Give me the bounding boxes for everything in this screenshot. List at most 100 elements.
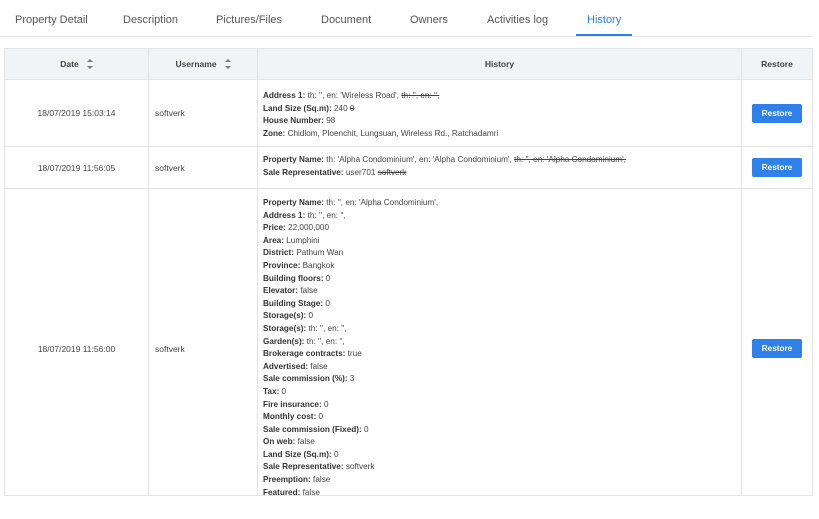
history-field-value: 22,000,000 xyxy=(285,223,330,233)
history-field-label: House Number: xyxy=(263,116,324,126)
history-field-value: 0 xyxy=(279,386,287,396)
history-line: Building Stage: 0 xyxy=(263,298,741,311)
history-line: Property Name: th: 'Alpha Condominium', … xyxy=(263,154,741,167)
history-field-value: false xyxy=(308,361,328,371)
history-line: Area: Lumphini xyxy=(263,235,741,248)
history-field-label: Garden(s): xyxy=(263,336,305,346)
history-old-value: 0 xyxy=(349,103,355,113)
restore-cell: Restore xyxy=(742,189,812,495)
history-field-value: th: '', en: '', xyxy=(306,323,347,333)
history-table: Date Username History Restore 18/07/2019… xyxy=(4,48,813,496)
tab-document[interactable]: Document xyxy=(321,0,371,36)
history-line: Storage(s): th: '', en: '', xyxy=(263,323,741,336)
history-field-value: Lumphini xyxy=(283,235,320,245)
history-line: District: Pathum Wan xyxy=(263,247,741,260)
tab-history[interactable]: History xyxy=(576,0,633,36)
history-field-value: 0 xyxy=(361,424,369,434)
history-line: Building floors: 0 xyxy=(263,273,741,286)
table-header: Date Username History Restore xyxy=(5,49,812,80)
username-cell: softverk xyxy=(149,80,258,146)
history-line: Garden(s): th: '', en: '', xyxy=(263,336,741,349)
history-field-value: th: 'Alpha Condominium', en: 'Alpha Cond… xyxy=(323,155,515,164)
history-field-value: false xyxy=(298,286,318,296)
history-line: House Number: 98 xyxy=(263,115,741,128)
date-cell: 18/07/2019 11:56:00 xyxy=(5,189,149,495)
date-cell: 18/07/2019 15:03:14 xyxy=(5,80,149,146)
column-header-restore: Restore xyxy=(761,59,793,69)
history-line: Preemption: false xyxy=(263,474,741,487)
history-line: Storage(s): 0 xyxy=(263,310,741,323)
table-row: 18/07/2019 11:56:00 softverk Property Name… xyxy=(5,189,812,496)
history-line: Land Size (Sq.m): 240 0 xyxy=(263,103,741,116)
history-field-label: Sale Representative: xyxy=(263,167,344,177)
history-line: Province: Bangkok xyxy=(263,260,741,273)
history-old-value: softverk xyxy=(377,167,407,177)
history-field-label: Province: xyxy=(263,260,301,270)
history-line: Tax: 0 xyxy=(263,386,741,399)
history-field-value: th: '', en: 'Alpha Condominium', xyxy=(323,198,439,207)
history-field-label: Monthly cost: xyxy=(263,412,317,422)
history-line: Fire insurance: 0 xyxy=(263,399,741,412)
history-field-label: On web: xyxy=(263,437,296,447)
history-field-label: Storage(s): xyxy=(263,323,307,333)
restore-button[interactable]: Restore xyxy=(752,103,802,123)
history-cell: Property Name: th: 'Alpha Condominium', … xyxy=(258,147,742,188)
history-field-label: Land Size (Sq.m): xyxy=(263,103,332,113)
history-field-label: Address 1: xyxy=(263,210,306,220)
history-field-label: Brokerage contracts: xyxy=(263,349,346,359)
history-line: Featured: false xyxy=(263,487,741,496)
history-line: Sale commission (Fixed): 0 xyxy=(263,424,741,437)
tab-pictures-files[interactable]: Pictures/Files xyxy=(216,0,282,36)
history-field-label: Land Size (Sq.m): xyxy=(263,449,332,459)
history-field-label: Address 1: xyxy=(263,91,306,100)
tab-owners[interactable]: Owners xyxy=(410,0,448,36)
history-field-label: Advertised: xyxy=(263,361,309,371)
history-field-label: Storage(s): xyxy=(263,311,307,321)
history-line: Property Name: th: '', en: 'Alpha Condom… xyxy=(263,197,741,210)
history-line: Address 1: th: '', en: 'Wireless Road', … xyxy=(263,90,741,103)
restore-cell: Restore xyxy=(742,147,812,188)
tab-activities-log[interactable]: Activities log xyxy=(487,0,548,36)
tab-description[interactable]: Description xyxy=(123,0,178,36)
tab-property-detail[interactable]: Property Detail xyxy=(15,0,88,36)
username-cell: softverk xyxy=(149,189,258,495)
sort-icon[interactable] xyxy=(86,59,93,69)
history-line: Monthly cost: 0 xyxy=(263,411,741,424)
history-line: Zone: Chidlom, Ploenchit, Lungsuan, Wire… xyxy=(263,128,741,141)
history-line: Land Size (Sq.m): 0 xyxy=(263,449,741,462)
history-line: Elevator: false xyxy=(263,285,741,298)
table-row: 18/07/2019 15:03:14 softverk Address 1: th… xyxy=(5,80,812,147)
history-line: Sale commission (%): 3 xyxy=(263,373,741,386)
history-line: Advertised: false xyxy=(263,361,741,374)
date-cell: 18/07/2019 11:56:05 xyxy=(5,147,149,188)
history-field-value: th: '', en: 'Wireless Road', xyxy=(305,91,402,100)
history-field-value: Chidlom, Ploenchit, Lungsuan, Wireless R… xyxy=(285,128,499,138)
history-line: Price: 22,000,000 xyxy=(263,222,741,235)
history-line: Address 1: th: '', en: '', xyxy=(263,210,741,223)
column-header-date[interactable]: Date xyxy=(5,49,149,79)
column-header-history: History xyxy=(258,49,742,79)
history-field-value: false xyxy=(310,475,331,485)
history-field-value: user701 xyxy=(343,167,378,177)
history-field-value: 240 xyxy=(331,103,350,113)
history-line: Sale Representative: user701 softverk xyxy=(263,167,741,180)
history-cell: Address 1: th: '', en: 'Wireless Road', … xyxy=(258,80,742,146)
history-field-label: Featured: xyxy=(263,487,301,496)
history-field-label: Building floors: xyxy=(263,273,324,283)
restore-button[interactable]: Restore xyxy=(752,339,802,358)
history-field-value: false xyxy=(295,437,315,447)
history-field-label: Sale commission (Fixed): xyxy=(263,424,362,434)
restore-button[interactable]: Restore xyxy=(752,158,802,177)
history-field-value: 0 xyxy=(331,449,339,459)
column-header-username[interactable]: Username xyxy=(149,49,258,79)
history-field-value: 0 xyxy=(321,399,329,409)
history-field-label: Fire insurance: xyxy=(263,399,322,409)
history-cell: Property Name: th: '', en: 'Alpha Condom… xyxy=(258,189,742,496)
history-field-value: 0 xyxy=(306,311,314,321)
sort-icon[interactable] xyxy=(224,59,231,69)
history-field-label: District: xyxy=(263,248,294,258)
history-field-label: Area: xyxy=(263,235,284,245)
history-field-value: true xyxy=(345,349,362,359)
restore-cell: Restore xyxy=(742,80,812,146)
history-line: Sale Representative: softverk xyxy=(263,461,741,474)
